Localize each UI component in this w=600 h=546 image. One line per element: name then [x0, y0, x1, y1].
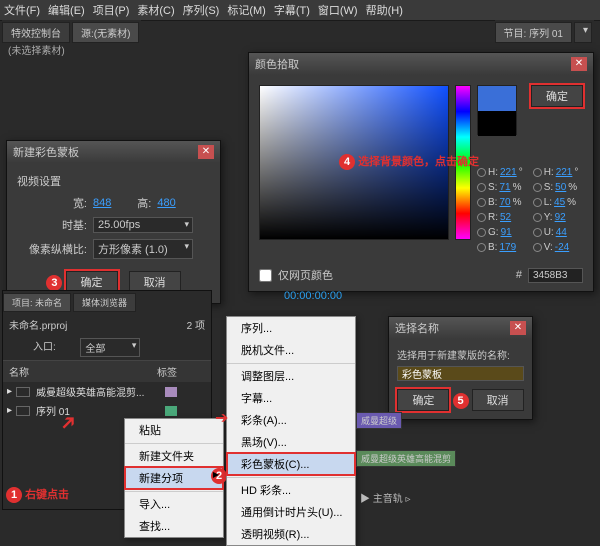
ctx-sub-item[interactable]: 字幕...: [227, 387, 355, 409]
width-value[interactable]: 848: [93, 197, 111, 209]
color-value-row[interactable]: H:221°: [533, 167, 579, 178]
filter-dropdown[interactable]: 全部: [80, 338, 140, 357]
color-value-row[interactable]: B:179: [477, 242, 523, 253]
ctx-sub-item[interactable]: 序列...: [227, 317, 355, 339]
master-track-label: ▶ 主音轨 ▹: [360, 490, 411, 505]
par-dropdown[interactable]: 方形像素 (1.0): [93, 239, 193, 259]
color-value-row[interactable]: Y:92: [533, 212, 579, 223]
col-name[interactable]: 名称: [9, 364, 29, 379]
name-input[interactable]: [397, 366, 524, 381]
dialog-title-text: 颜色拾取: [255, 56, 299, 72]
close-icon[interactable]: ✕: [510, 321, 526, 335]
tab-source[interactable]: 源:(无素材): [72, 22, 139, 43]
tab-effects[interactable]: 特效控制台: [2, 22, 70, 43]
new-matte-dialog: 新建彩色蒙板 ✕ 视频设置 宽: 848 高: 480 时基: 25.00fps…: [6, 140, 221, 304]
row-par: 像素纵横比: 方形像素 (1.0): [17, 239, 210, 259]
menu-item[interactable]: 素材(C): [137, 2, 174, 18]
cancel-button[interactable]: 取消: [472, 389, 524, 411]
color-value-row[interactable]: R:52: [477, 212, 523, 223]
section-label: 视频设置: [17, 173, 210, 189]
ctx-sub-item[interactable]: HD 彩条...: [227, 477, 355, 501]
annotation-4: 4 选择背景颜色，点击确定: [339, 153, 479, 170]
project-item[interactable]: ▸威曼超级英雄高能混剪...: [3, 382, 211, 401]
ctx-new-item[interactable]: 新建分项 2: [125, 467, 223, 489]
row-dimensions: 宽: 848 高: 480: [17, 195, 210, 211]
timeline-clip[interactable]: 威曼超级: [356, 412, 402, 429]
color-swatch: [477, 85, 517, 135]
choose-name-dialog: 选择名称 ✕ 选择用于新建蒙版的名称: 确定 5 取消: [388, 316, 533, 420]
timeline-clip-audio[interactable]: 威曼超级英雄高能混剪: [356, 450, 456, 467]
color-value-row[interactable]: S:50%: [533, 182, 579, 193]
context-menu-primary: 粘贴 新建文件夹 新建分项 2 导入... 查找...: [124, 418, 224, 538]
no-selection-text: (未选择素材): [8, 42, 65, 57]
color-value-row[interactable]: G:91: [477, 227, 523, 238]
color-value-row[interactable]: B:70%: [477, 197, 523, 208]
program-tabs: 节目: 序列 01 ▾: [495, 20, 594, 45]
ctx-sub-item[interactable]: 脱机文件...: [227, 339, 355, 361]
tab-media[interactable]: 媒体浏览器: [73, 293, 136, 312]
web-only-label: 仅网页颜色: [278, 267, 333, 283]
menu-item[interactable]: 帮助(H): [366, 2, 403, 18]
tab-project[interactable]: 项目: 未命名: [3, 293, 71, 312]
ctx-new-folder[interactable]: 新建文件夹: [125, 443, 223, 467]
hex-input[interactable]: [528, 268, 583, 283]
color-picker-dialog: 颜色拾取 ✕ 确定 H:221°S:71%B:70%R:52G:91B:179 …: [248, 52, 594, 292]
ok-button[interactable]: 确定: [531, 85, 583, 107]
color-value-row[interactable]: H:221°: [477, 167, 523, 178]
close-icon[interactable]: ✕: [571, 57, 587, 71]
col-tag[interactable]: 标签: [157, 364, 177, 379]
annotation-badge-3: 3: [46, 275, 62, 291]
ctx-sub-item[interactable]: 黑场(V)...: [227, 431, 355, 453]
menu-item[interactable]: 序列(S): [183, 2, 220, 18]
color-value-row[interactable]: U:44: [533, 227, 579, 238]
timebase-dropdown[interactable]: 25.00fps: [93, 217, 193, 233]
menu-item[interactable]: 项目(P): [93, 2, 130, 18]
prompt-text: 选择用于新建蒙版的名称:: [397, 347, 524, 362]
context-menu-sub: 序列...脱机文件...调整图层...字幕...彩条(A)...黑场(V)...…: [226, 316, 356, 546]
ctx-sub-item[interactable]: 通用倒计时片头(U)...: [227, 501, 355, 523]
tab-program[interactable]: 节目: 序列 01: [495, 22, 572, 43]
menu-item[interactable]: 编辑(E): [48, 2, 85, 18]
ctx-sub-item[interactable]: 彩条(A)...: [227, 409, 355, 431]
item-count: 2 项: [187, 317, 205, 332]
ctx-sub-item[interactable]: 调整图层...: [227, 363, 355, 387]
ctx-paste[interactable]: 粘贴: [125, 419, 223, 441]
ctx-import[interactable]: 导入...: [125, 491, 223, 515]
ctx-sub-item[interactable]: 彩色蒙板(C)...: [227, 453, 355, 475]
color-value-row[interactable]: L:45%: [533, 197, 579, 208]
dialog-title-text: 选择名称: [395, 320, 439, 336]
color-value-row[interactable]: S:71%: [477, 182, 523, 193]
ok-button[interactable]: 确定: [397, 389, 449, 411]
web-only-checkbox[interactable]: [259, 269, 272, 282]
row-timebase: 时基: 25.00fps: [17, 217, 210, 233]
menu-item[interactable]: 字幕(T): [274, 2, 310, 18]
annotation-1: 1 右键点击: [6, 486, 69, 503]
menu-item[interactable]: 标记(M): [227, 2, 266, 18]
arrow-icon: ➔: [215, 408, 228, 428]
menu-item[interactable]: 窗口(W): [318, 2, 358, 18]
dialog-titlebar: 新建彩色蒙板 ✕: [7, 141, 220, 163]
color-value-row[interactable]: V:-24: [533, 242, 579, 253]
tab-menu-icon[interactable]: ▾: [574, 22, 592, 43]
close-icon[interactable]: ✕: [198, 145, 214, 159]
project-filename: 未命名.prproj: [9, 317, 67, 332]
ctx-find[interactable]: 查找...: [125, 515, 223, 537]
dialog-title-text: 新建彩色蒙板: [13, 144, 79, 160]
timecode: 00:00:00:00: [284, 290, 342, 302]
menu-item[interactable]: 文件(F): [4, 2, 40, 18]
ctx-sub-item[interactable]: 透明视频(R)...: [227, 523, 355, 545]
app-menubar: 文件(F) 编辑(E) 项目(P) 素材(C) 序列(S) 标记(M) 字幕(T) 窗口(W)…: [0, 0, 600, 21]
height-value[interactable]: 480: [157, 197, 175, 209]
